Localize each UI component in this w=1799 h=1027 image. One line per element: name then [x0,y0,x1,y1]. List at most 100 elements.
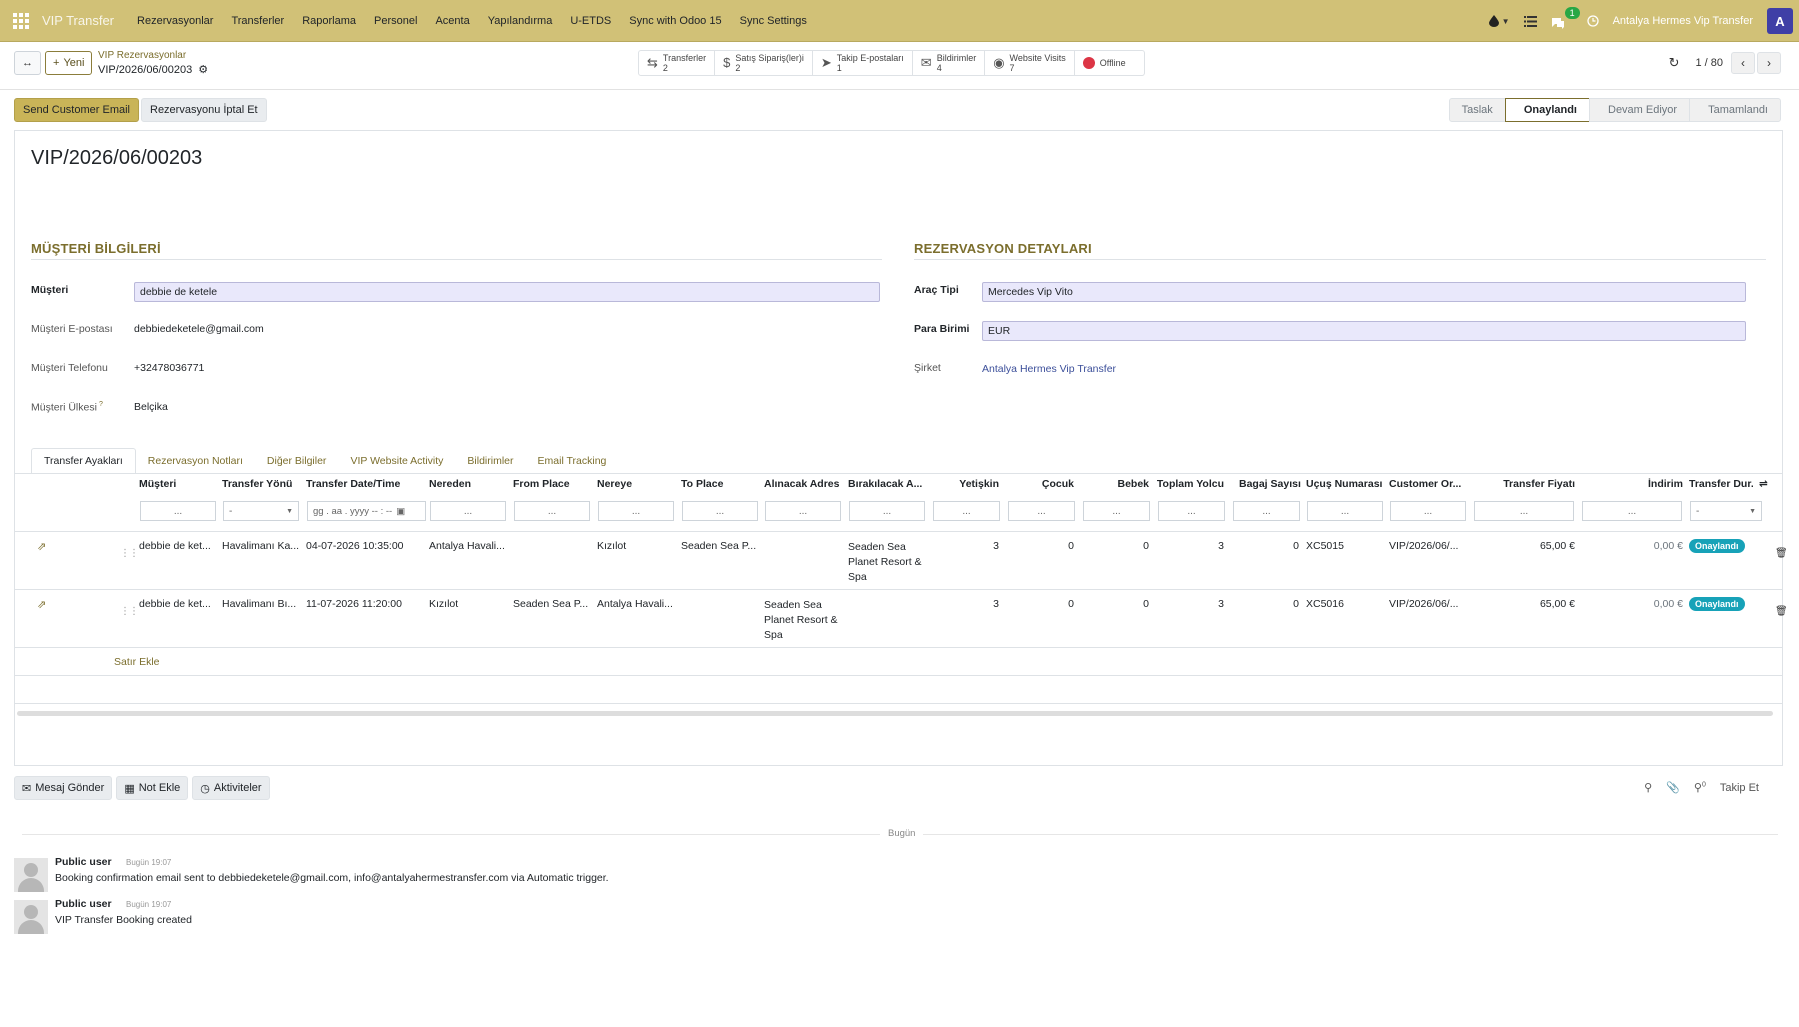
customer-field[interactable]: debbie de ketele [134,282,880,302]
cell-datetime[interactable]: 04-07-2026 10:35:00 [306,540,424,552]
menu-sync-odoo[interactable]: Sync with Odoo 15 [620,0,730,42]
filter-date[interactable]: gg . aa . yyyy -- : -- ▣ [307,501,426,521]
log-note-button[interactable]: ▦ Not Ekle [116,776,189,800]
cell-flight[interactable]: XC5016 [1306,598,1384,610]
cell-child[interactable]: 0 [1004,598,1074,610]
cell-dropoff[interactable]: Seaden Sea Planet Resort & Spa [848,540,926,585]
drop-icon[interactable]: ▼ [1488,15,1510,27]
currency-field[interactable]: EUR [982,321,1746,341]
cell-from[interactable]: Kızılot [429,598,507,610]
column-header[interactable]: Müşteri [139,478,207,490]
column-header[interactable]: Nereden [429,478,499,490]
menu-raporlama[interactable]: Raporlama [293,0,365,42]
external-link-icon[interactable]: ⇗ [37,598,46,611]
cell-to-place[interactable]: Seaden Sea P... [681,540,759,552]
filter-select[interactable]: - ▼ [223,501,299,521]
filter-input[interactable]: ... [765,501,841,521]
filter-input[interactable]: ... [1233,501,1300,521]
filter-input[interactable]: ... [1582,501,1682,521]
tab-website-activity[interactable]: VIP Website Activity [338,448,455,474]
apps-menu-icon[interactable] [0,0,42,42]
filter-input[interactable]: ... [1083,501,1150,521]
drag-handle-icon[interactable]: ⋮⋮ [120,548,139,559]
table-row[interactable]: ⇗ ⋮⋮ debbie de ket... Havalimanı Bı... 1… [15,589,1788,647]
cell-luggage[interactable]: 0 [1229,540,1299,552]
list-icon[interactable] [1523,15,1537,27]
user-avatar[interactable]: A [1767,8,1793,34]
country-value[interactable]: Belçika [134,401,168,413]
stage-taslak[interactable]: Taslak [1448,98,1506,122]
paperclip-icon[interactable]: 📎 [1666,781,1680,794]
column-settings-icon[interactable]: ⇌ [1759,478,1773,490]
cell-order[interactable]: VIP/2026/06/... [1389,598,1467,610]
send-message-button[interactable]: ✉ Mesaj Gönder [14,776,113,800]
column-header[interactable]: Bırakılacak A... [848,478,924,490]
cell-baby[interactable]: 0 [1079,598,1149,610]
cell-customer[interactable]: debbie de ket... [139,598,217,610]
add-line-link[interactable]: Satır Ekle [114,656,160,668]
stage-onaylandi[interactable]: Onaylandı [1504,98,1590,122]
column-header[interactable]: Transfer Fiyatı [1471,478,1575,490]
filter-select[interactable]: - ▼ [1690,501,1762,521]
smart-button-followup-emails[interactable]: ➤ Takip E-postaları 1 [813,51,913,75]
cell-from[interactable]: Antalya Havali... [429,540,507,552]
filter-input[interactable]: ... [1158,501,1225,521]
column-header[interactable]: From Place [513,478,583,490]
cell-adult[interactable]: 3 [929,598,999,610]
filter-input[interactable]: ... [1474,501,1574,521]
cell-total[interactable]: 3 [1154,598,1224,610]
filter-input[interactable]: ... [430,501,506,521]
cell-child[interactable]: 0 [1004,540,1074,552]
cell-total[interactable]: 3 [1154,540,1224,552]
trash-icon[interactable]: 🗑 [1775,606,1788,617]
cell-direction[interactable]: Havalimanı Ka... [222,540,300,552]
chat-icon[interactable]: 1 [1551,0,1580,42]
message-author[interactable]: Public user [55,856,112,868]
pager-prev-icon[interactable]: ‹ [1731,52,1755,74]
filter-input[interactable]: ... [1390,501,1466,521]
filter-input[interactable]: ... [933,501,1000,521]
menu-transferler[interactable]: Transferler [222,0,293,42]
column-header[interactable]: Transfer Date/Time [306,478,406,490]
search-icon[interactable]: ⚲ [1644,781,1652,794]
column-header[interactable]: Transfer Dur... [1689,478,1753,490]
column-header[interactable]: Nereye [597,478,667,490]
tab-booking-notes[interactable]: Rezervasyon Notları [136,448,255,474]
tab-transfer-legs[interactable]: Transfer Ayakları [31,448,136,474]
help-icon[interactable]: ? [99,401,103,408]
filter-input[interactable]: ... [598,501,674,521]
cell-flight[interactable]: XC5015 [1306,540,1384,552]
pager-value[interactable]: 1 / 80 [1695,57,1723,69]
cell-order[interactable]: VIP/2026/06/... [1389,540,1467,552]
filter-input[interactable]: ... [1008,501,1075,521]
smart-button-transferler[interactable]: ⇆ Transferler 2 [639,51,716,75]
horizontal-scrollbar[interactable] [17,711,1773,716]
send-customer-email-button[interactable]: Send Customer Email [14,98,139,122]
app-brand[interactable]: VIP Transfer [42,13,114,28]
cell-from-place[interactable]: Seaden Sea P... [513,598,591,610]
drag-handle-icon[interactable]: ⋮⋮ [120,606,139,617]
filter-input[interactable]: ... [140,501,216,521]
activities-button[interactable]: ◷ Aktiviteler [192,776,270,800]
cell-price[interactable]: 65,00 € [1471,598,1575,610]
smart-button-offline[interactable]: Offline [1075,51,1144,75]
cell-direction[interactable]: Havalimanı Bı... [222,598,300,610]
external-link-icon[interactable]: ⇗ [37,540,46,553]
filter-input[interactable]: ... [849,501,925,521]
smart-button-website-visits[interactable]: ◉ Website Visits 7 [985,51,1075,75]
pager-next-icon[interactable]: › [1757,52,1781,74]
stage-devam-ediyor[interactable]: Devam Ediyor [1589,98,1691,122]
cell-discount[interactable]: 0,00 € [1601,540,1683,552]
gear-icon[interactable]: ⚙ [198,63,208,76]
vehicle-field[interactable]: Mercedes Vip Vito [982,282,1746,302]
cell-to[interactable]: Kızılot [597,540,675,552]
cell-baby[interactable]: 0 [1079,540,1149,552]
clock-icon[interactable] [1586,15,1599,27]
menu-sync-settings[interactable]: Sync Settings [731,0,816,42]
message-author[interactable]: Public user [55,898,112,910]
cell-datetime[interactable]: 11-07-2026 11:20:00 [306,598,424,610]
menu-acenta[interactable]: Acenta [426,0,478,42]
tab-email-tracking[interactable]: Email Tracking [526,448,619,474]
column-header[interactable]: Bagaj Sayısı [1239,478,1309,490]
company-link[interactable]: Antalya Hermes Vip Transfer [982,363,1116,375]
